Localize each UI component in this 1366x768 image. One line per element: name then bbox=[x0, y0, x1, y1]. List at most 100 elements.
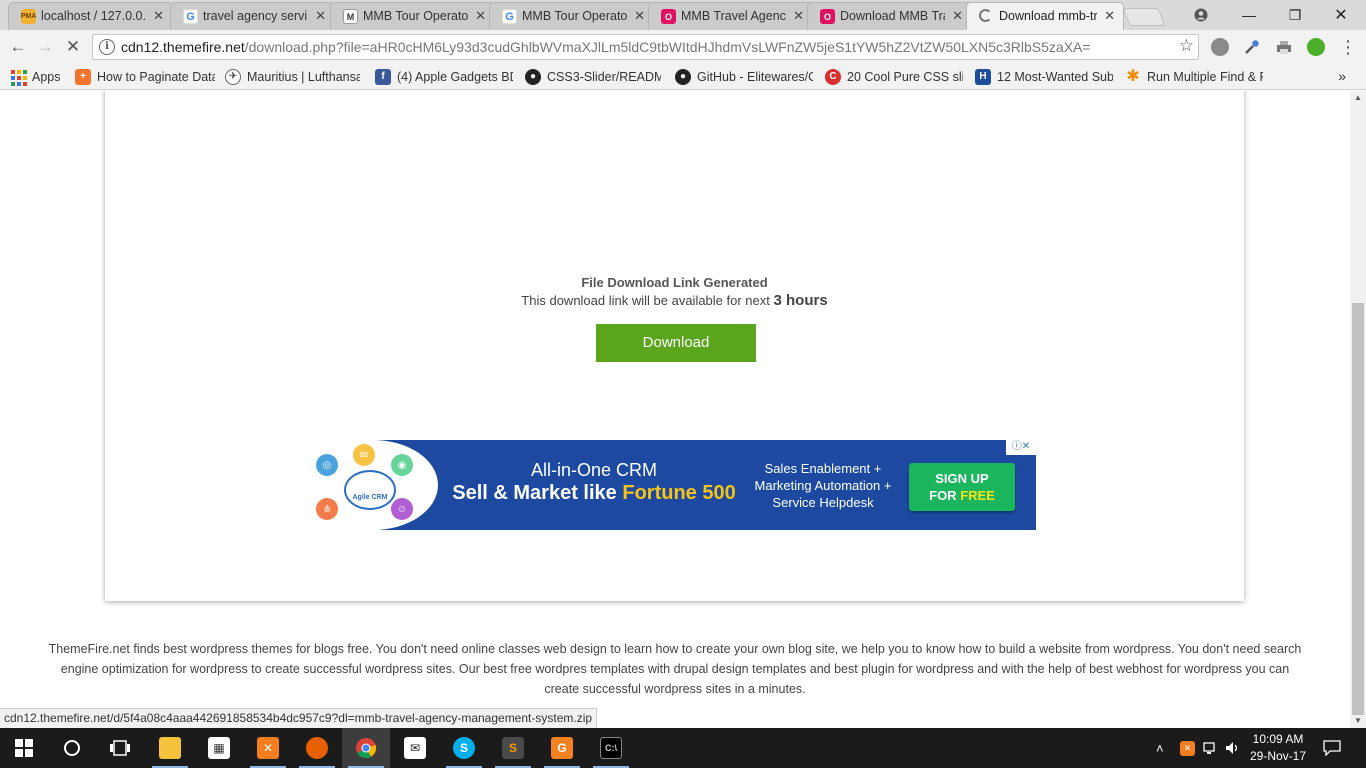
bookmark-label: 20 Cool Pure CSS slid bbox=[847, 70, 963, 84]
close-window-button[interactable]: ✕ bbox=[1318, 0, 1364, 30]
scroll-up-icon[interactable]: ▲ bbox=[1350, 91, 1366, 105]
tab-title: travel agency servi bbox=[203, 9, 308, 23]
system-clock[interactable]: 10:09 AM 29-Nov-17 bbox=[1246, 731, 1310, 765]
close-icon[interactable]: ✕ bbox=[952, 3, 963, 29]
subtitle-text: This download link will be available for… bbox=[521, 293, 770, 308]
close-icon[interactable]: ✕ bbox=[634, 3, 645, 29]
agile-crm-logo: Agile CRM bbox=[344, 470, 396, 510]
store-icon[interactable]: ▦ bbox=[195, 728, 243, 768]
new-tab-button[interactable] bbox=[1122, 8, 1166, 26]
close-icon[interactable]: ✕ bbox=[475, 3, 486, 29]
bookmark-run-multiple-find[interactable]: ✱ Run Multiple Find & R bbox=[1125, 68, 1263, 86]
chevron-more-icon[interactable]: » bbox=[1338, 68, 1346, 84]
volume-icon[interactable] bbox=[1225, 728, 1241, 768]
close-icon[interactable]: ✕ bbox=[315, 3, 326, 29]
close-icon[interactable]: ✕ bbox=[793, 3, 804, 29]
action-center-icon[interactable] bbox=[1323, 728, 1341, 768]
skype-icon[interactable]: S bbox=[440, 728, 488, 768]
profile-icon[interactable] bbox=[1178, 0, 1224, 30]
tab-download-mmb[interactable]: O Download MMB Tra ✕ bbox=[807, 2, 972, 30]
share-icon: ⋔ bbox=[316, 498, 338, 520]
globe-icon: ◎ bbox=[316, 454, 338, 476]
bookmark-apple-gadgets[interactable]: f (4) Apple Gadgets BD bbox=[375, 68, 513, 86]
tab-travel-agency[interactable]: G travel agency servi ✕ bbox=[170, 2, 335, 30]
tab-mmb-tour-1[interactable]: M MMB Tour Operato ✕ bbox=[330, 2, 495, 30]
printer-icon[interactable] bbox=[1275, 38, 1293, 56]
close-icon[interactable]: ✕ bbox=[1104, 3, 1115, 29]
start-icon[interactable] bbox=[0, 728, 48, 768]
info-icon[interactable]: i bbox=[99, 39, 115, 55]
menu-kebab-icon[interactable]: ⋮ bbox=[1336, 35, 1360, 59]
tab-title: Download mmb-tr bbox=[999, 9, 1097, 23]
bookmark-label: (4) Apple Gadgets BD bbox=[397, 70, 513, 84]
bookmark-css3-slider[interactable]: ● CSS3-Slider/README bbox=[525, 68, 661, 86]
download-button[interactable]: Download bbox=[596, 324, 756, 362]
restore-button[interactable]: ❐ bbox=[1272, 0, 1318, 30]
eyedropper-icon[interactable] bbox=[1243, 38, 1261, 56]
bookmark-label: Run Multiple Find & R bbox=[1147, 70, 1263, 84]
eye-icon: ◉ bbox=[391, 454, 413, 476]
stop-loading-icon[interactable]: ✕ bbox=[61, 35, 85, 59]
sublime-icon[interactable]: S bbox=[489, 728, 537, 768]
file-explorer-icon[interactable] bbox=[146, 728, 194, 768]
google-icon: G bbox=[183, 9, 198, 24]
bookmark-github-elitewares[interactable]: ● GitHub - Elitewares/C bbox=[675, 68, 813, 86]
ad-logo-panel: ◎ ✉ ◉ ⋔ ☺ Agile CRM bbox=[308, 440, 438, 530]
xampp-tray-icon[interactable]: ✕ bbox=[1180, 728, 1195, 768]
chrome-icon[interactable] bbox=[342, 728, 390, 768]
url-text: cdn12.themefire.net/download.php?file=aH… bbox=[121, 39, 1091, 55]
power-extension-icon[interactable] bbox=[1307, 38, 1325, 56]
show-hidden-icons-chevron-icon[interactable]: ˄ bbox=[1156, 728, 1164, 768]
url-path: /download.php?file=aHR0cHM6Ly93d3cudGhlb… bbox=[244, 39, 1091, 55]
ad-cta-line2: FOR bbox=[929, 488, 957, 503]
tab-mmb-tour-2[interactable]: G MMB Tour Operato ✕ bbox=[489, 2, 654, 30]
address-bar[interactable]: i cdn12.themefire.net/download.php?file=… bbox=[92, 34, 1199, 60]
loading-spinner-icon bbox=[979, 9, 992, 22]
bookmark-orange-icon: + bbox=[75, 69, 91, 85]
hours-value: 3 hours bbox=[773, 292, 828, 309]
codrops-icon: C bbox=[825, 69, 841, 85]
back-arrow-icon[interactable]: ← bbox=[6, 35, 30, 59]
adchoices-icon[interactable]: ⓘ✕ bbox=[1006, 440, 1036, 455]
reader-icon[interactable]: G bbox=[538, 728, 586, 768]
ad-subheadline: Sell & Market like Fortune 500 bbox=[444, 482, 744, 505]
tab-title: localhost / 127.0.0. bbox=[41, 9, 146, 23]
clock-time: 10:09 AM bbox=[1252, 732, 1304, 746]
tab-mmb-travel-agency[interactable]: O MMB Travel Agenc ✕ bbox=[648, 2, 813, 30]
page-scrollbar[interactable]: ▲ ▼ bbox=[1350, 91, 1366, 728]
bookmark-star-icon[interactable]: ☆ bbox=[1179, 36, 1194, 56]
bookmark-most-wanted-sub[interactable]: H 12 Most-Wanted Sub bbox=[975, 68, 1113, 86]
network-icon[interactable] bbox=[1203, 728, 1219, 768]
extension-gray-icon[interactable] bbox=[1211, 38, 1229, 56]
tab-localhost[interactable]: PMA localhost / 127.0.0. ✕ bbox=[8, 2, 173, 30]
xampp-icon[interactable]: ✕ bbox=[244, 728, 292, 768]
minimize-button[interactable]: — bbox=[1226, 0, 1272, 30]
task-view-icon[interactable] bbox=[96, 728, 144, 768]
facebook-icon: f bbox=[375, 69, 391, 85]
scroll-down-icon[interactable]: ▼ bbox=[1350, 714, 1366, 728]
mmb-site-icon: M bbox=[343, 9, 358, 24]
tab-title: Download MMB Tra bbox=[840, 9, 945, 23]
firefox-icon[interactable] bbox=[293, 728, 341, 768]
bookmark-apps[interactable]: Apps bbox=[10, 68, 70, 86]
scroll-thumb[interactable] bbox=[1352, 303, 1364, 715]
cmd-icon[interactable]: C:\ bbox=[587, 728, 635, 768]
bookmark-paginate-data[interactable]: + How to Paginate Data bbox=[75, 68, 215, 86]
page-viewport: File Download Link Generated This downlo… bbox=[0, 91, 1350, 728]
bookmark-mauritius-lufthansa[interactable]: ✈ Mauritius | Lufthansa bbox=[225, 68, 360, 86]
ad-subheadline-highlight: Fortune 500 bbox=[622, 482, 736, 504]
tab-download-mmb-active[interactable]: Download mmb-tr ✕ bbox=[966, 2, 1124, 30]
close-icon[interactable]: ✕ bbox=[153, 3, 164, 29]
hongkiat-icon: H bbox=[975, 69, 991, 85]
ad-cta-highlight: FREE bbox=[960, 488, 995, 503]
download-title: File Download Link Generated bbox=[581, 275, 768, 290]
ad-signup-button[interactable]: SIGN UP FOR FREE bbox=[909, 463, 1015, 511]
cortana-icon[interactable] bbox=[48, 728, 96, 768]
forward-arrow-icon[interactable]: → bbox=[33, 35, 57, 59]
bookmark-label: Apps bbox=[32, 70, 61, 84]
mail-icon[interactable]: ✉ bbox=[391, 728, 439, 768]
phpmyadmin-icon: PMA bbox=[21, 9, 36, 24]
bookmark-pure-css-slider[interactable]: C 20 Cool Pure CSS slid bbox=[825, 68, 963, 86]
ad-headline: All-in-One CRM bbox=[530, 460, 658, 480]
ad-banner[interactable]: ◎ ✉ ◉ ⋔ ☺ Agile CRM All-in-One CRM Sell … bbox=[308, 440, 1036, 530]
